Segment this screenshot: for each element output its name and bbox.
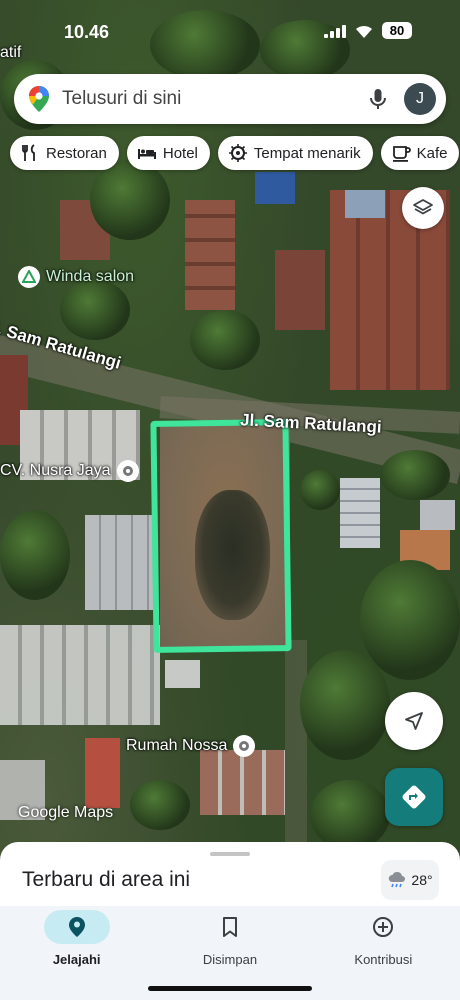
my-location-button[interactable] [385, 692, 443, 750]
nav-label: Jelajahi [52, 952, 101, 967]
rain-cloud-icon [389, 871, 406, 888]
place-label-text: Winda salon [46, 268, 135, 285]
bookmark-icon [222, 917, 237, 937]
building [185, 200, 235, 310]
chip-kafe[interactable]: Kafe [380, 136, 460, 170]
nav-kontribusi[interactable]: Kontribusi [307, 906, 460, 1000]
hotel-icon [137, 149, 156, 159]
chip-restoran[interactable]: Restoran [10, 136, 119, 170]
tree [300, 470, 340, 510]
avatar[interactable]: J [404, 83, 436, 115]
status-icons: 80 [324, 22, 412, 39]
nav-label: Disimpan [202, 952, 258, 967]
lot-highlight-outline [150, 419, 292, 653]
search-bar[interactable]: J [14, 74, 446, 124]
building [255, 172, 295, 204]
building [420, 500, 455, 530]
weather-chip[interactable]: 28° [381, 860, 439, 900]
poi-pin-icon [116, 460, 139, 482]
building [85, 738, 120, 808]
directions-button[interactable] [385, 768, 443, 826]
status-bar: 10.46 80 [0, 0, 460, 64]
side-road [285, 640, 307, 860]
building [340, 478, 380, 548]
tree [130, 780, 190, 830]
tree [190, 310, 260, 370]
tree [310, 780, 390, 850]
salon-icon [18, 266, 40, 288]
chip-label: Kafe [416, 144, 448, 162]
cellular-signal-icon [324, 24, 346, 38]
microphone-icon[interactable] [366, 87, 390, 111]
place-rumah-nossa[interactable]: Rumah Nossa [126, 735, 256, 757]
attraction-icon [228, 144, 247, 162]
chip-label: Hotel [162, 144, 198, 162]
directions-icon [402, 785, 426, 809]
nav-icon-wrap [197, 910, 263, 944]
status-time: 10.46 [64, 22, 110, 42]
add-circle-icon [373, 917, 394, 937]
tree [300, 650, 390, 760]
google-maps-attribution: Google Maps [18, 804, 114, 821]
chip-hotel[interactable]: Hotel [126, 136, 210, 170]
home-indicator[interactable] [148, 986, 312, 991]
nav-jelajahi[interactable]: Jelajahi [0, 906, 153, 1000]
building [275, 250, 325, 330]
nav-icon-wrap [350, 910, 416, 944]
chip-label: Tempat menarik [253, 144, 361, 162]
tree [90, 160, 170, 240]
layers-icon [413, 199, 433, 215]
battery-indicator: 80 [382, 22, 412, 39]
search-input[interactable] [62, 88, 366, 110]
navigation-arrow-icon [405, 712, 423, 730]
explore-bottom-sheet[interactable]: Terbaru di area ini 28° [0, 842, 460, 912]
nav-active-pill [43, 910, 110, 944]
place-cv-nusra-jaya[interactable]: CV. Nusra Jaya [0, 460, 139, 482]
place-winda-salon[interactable]: Winda salon [18, 266, 134, 288]
tree [0, 510, 70, 600]
sheet-title: Terbaru di area ini [22, 868, 191, 891]
tree [60, 280, 130, 340]
poi-pin-icon [233, 735, 256, 757]
weather-temp: 28° [411, 872, 433, 888]
layers-button[interactable] [402, 187, 444, 229]
cafe-icon [392, 146, 411, 162]
category-chips: Restoran Hotel Tempat menarik Kafe [10, 136, 460, 170]
wifi-icon [356, 25, 372, 38]
google-maps-pin-icon [29, 86, 49, 112]
building [345, 190, 385, 218]
tree [360, 560, 460, 680]
chip-label: Restoran [46, 144, 107, 162]
building [200, 750, 285, 815]
sheet-drag-handle[interactable] [210, 852, 250, 856]
place-label-text: CV. Nusra Jaya [0, 462, 111, 479]
building [165, 660, 200, 688]
tree [380, 450, 450, 500]
nav-label: Kontribusi [354, 952, 413, 967]
chip-tempat-menarik[interactable]: Tempat menarik [217, 136, 373, 170]
warehouse-roof [85, 515, 155, 610]
building-cluster [0, 625, 160, 725]
restaurant-icon [22, 144, 35, 161]
explore-pin-icon [68, 917, 85, 937]
place-label-text: Rumah Nossa [126, 737, 228, 754]
